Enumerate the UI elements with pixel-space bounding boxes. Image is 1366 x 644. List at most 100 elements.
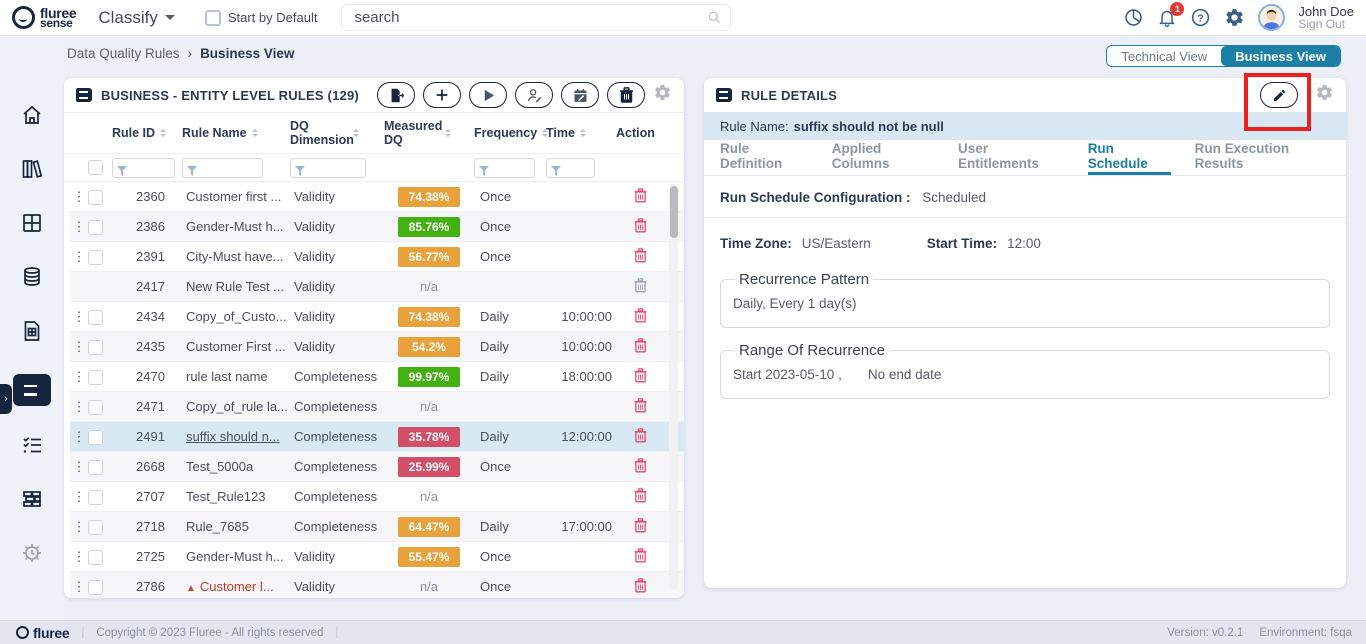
row-checkbox[interactable] xyxy=(88,400,103,415)
delete-row-icon[interactable] xyxy=(634,338,647,353)
select-all-checkbox[interactable] xyxy=(88,160,103,175)
delete-row-icon[interactable] xyxy=(634,248,647,263)
rule-name-link[interactable]: Gender-Must h... xyxy=(182,219,290,234)
row-checkbox[interactable] xyxy=(88,580,103,595)
column-header-frequency[interactable]: Frequency xyxy=(474,126,546,140)
row-menu-icon[interactable]: ⋮ xyxy=(70,249,88,265)
row-checkbox[interactable] xyxy=(88,550,103,565)
row-checkbox[interactable] xyxy=(88,520,103,535)
sidebar-item-scheduler-settings[interactable] xyxy=(14,542,50,568)
table-row[interactable]: ⋮2435Customer First ...Validity54.2%Dail… xyxy=(70,332,684,362)
help-icon[interactable]: ? xyxy=(1190,7,1211,28)
delete-row-icon[interactable] xyxy=(634,548,647,563)
rule-name-link[interactable]: ▲Customer l... xyxy=(182,579,290,594)
analytics-icon[interactable] xyxy=(1123,7,1144,28)
add-rule-button[interactable] xyxy=(423,82,461,108)
column-header-measured-dq[interactable]: Measured DQ xyxy=(384,119,474,147)
delete-row-icon[interactable] xyxy=(634,398,647,413)
sidebar-item-database[interactable] xyxy=(14,266,50,292)
row-checkbox[interactable] xyxy=(88,220,103,235)
rule-name-link[interactable]: Customer First ... xyxy=(182,339,290,354)
delete-row-icon[interactable] xyxy=(634,278,647,293)
row-checkbox[interactable] xyxy=(88,430,103,445)
row-checkbox[interactable] xyxy=(88,310,103,325)
row-checkbox[interactable] xyxy=(88,250,103,265)
rule-name-link[interactable]: Copy_of_rule la... xyxy=(182,399,290,414)
sidebar-item-checklist[interactable] xyxy=(14,434,50,460)
business-view-button[interactable]: Business View xyxy=(1221,46,1340,66)
rule-name-link[interactable]: Test_5000a xyxy=(182,459,290,474)
delete-row-icon[interactable] xyxy=(634,368,647,383)
sidebar-item-stack[interactable] xyxy=(14,488,50,514)
row-menu-icon[interactable]: ⋮ xyxy=(70,189,88,205)
table-row[interactable]: ⋮2668Test_5000aCompleteness25.99%Once xyxy=(70,452,684,482)
row-menu-icon[interactable]: ⋮ xyxy=(70,519,88,535)
details-settings-gear-icon[interactable] xyxy=(1315,83,1334,107)
row-checkbox[interactable] xyxy=(88,490,103,505)
scrollbar-thumb[interactable] xyxy=(670,186,678,238)
rule-name-link[interactable]: Rule_7685 xyxy=(182,519,290,534)
delete-row-icon[interactable] xyxy=(634,518,647,533)
table-row[interactable]: 2417New Rule Test ...Validityn/a xyxy=(70,272,684,302)
run-button[interactable] xyxy=(469,82,507,108)
sign-out-link[interactable]: Sign Out xyxy=(1298,18,1354,30)
search-input[interactable] xyxy=(341,4,731,31)
row-menu-icon[interactable]: ⋮ xyxy=(70,369,88,385)
table-row[interactable]: ⋮2391City-Must have...Validity56.77%Once xyxy=(70,242,684,272)
assign-user-button[interactable] xyxy=(515,82,553,108)
classify-menu[interactable]: Classify xyxy=(98,8,175,28)
sidebar-item-grid[interactable] xyxy=(14,212,50,238)
user-avatar[interactable] xyxy=(1258,4,1285,31)
rule-name-link[interactable]: Copy_of_Custo... xyxy=(182,309,290,324)
row-menu-icon[interactable]: ⋮ xyxy=(70,459,88,475)
tab-run-schedule[interactable]: Run Schedule xyxy=(1088,140,1171,175)
table-row[interactable]: ⋮2386Gender-Must h...Validity85.76%Once xyxy=(70,212,684,242)
tab-applied-columns[interactable]: Applied Columns xyxy=(832,140,934,175)
sidebar-item-report[interactable] xyxy=(14,320,50,346)
delete-row-icon[interactable] xyxy=(634,428,647,443)
sidebar-item-home[interactable] xyxy=(14,104,50,130)
rule-name-link[interactable]: Customer first ... xyxy=(182,189,290,204)
tab-rule-definition[interactable]: Rule Definition xyxy=(720,140,808,175)
row-menu-icon[interactable]: ⋮ xyxy=(70,579,88,595)
sidebar-expand-tab[interactable]: › xyxy=(0,384,12,414)
sidebar-item-library[interactable] xyxy=(14,158,50,184)
rule-name-link[interactable]: suffix should n... xyxy=(182,429,290,444)
settings-gear-icon[interactable] xyxy=(1224,7,1245,28)
row-checkbox[interactable] xyxy=(88,340,103,355)
rule-name-link[interactable]: New Rule Test ... xyxy=(182,279,290,294)
row-menu-icon[interactable]: ⋮ xyxy=(70,399,88,415)
delete-row-icon[interactable] xyxy=(634,578,647,593)
breadcrumb-parent[interactable]: Data Quality Rules xyxy=(67,46,180,61)
fluree-sense-logo[interactable]: fluree sense xyxy=(12,6,76,29)
row-menu-icon[interactable]: ⋮ xyxy=(70,219,88,235)
row-menu-icon[interactable]: ⋮ xyxy=(70,429,88,445)
export-button[interactable] xyxy=(377,82,415,108)
rule-name-link[interactable]: Test_Rule123 xyxy=(182,489,290,504)
start-by-default-checkbox[interactable] xyxy=(205,10,221,26)
table-row[interactable]: ⋮2471Copy_of_rule la...Completenessn/a xyxy=(70,392,684,422)
row-menu-icon[interactable]: ⋮ xyxy=(70,339,88,355)
row-checkbox[interactable] xyxy=(88,190,103,205)
table-row[interactable]: ⋮2470rule last nameCompleteness99.97%Dai… xyxy=(70,362,684,392)
rule-name-link[interactable]: Gender-Must h... xyxy=(182,549,290,564)
column-header-dq-dimension[interactable]: DQ Dimension xyxy=(290,119,384,147)
column-header-rule-name[interactable]: Rule Name xyxy=(182,126,290,140)
rule-name-link[interactable]: City-Must have... xyxy=(182,249,290,264)
table-row[interactable]: ⋮2434Copy_of_Custo...Validity74.38%Daily… xyxy=(70,302,684,332)
delete-row-icon[interactable] xyxy=(634,188,647,203)
row-menu-icon[interactable]: ⋮ xyxy=(70,489,88,505)
row-menu-icon[interactable]: ⋮ xyxy=(70,549,88,565)
column-header-time[interactable]: Time xyxy=(546,126,616,140)
delete-row-icon[interactable] xyxy=(634,308,647,323)
delete-row-icon[interactable] xyxy=(634,218,647,233)
schedule-button[interactable] xyxy=(561,82,599,108)
delete-row-icon[interactable] xyxy=(634,458,647,473)
rule-name-link[interactable]: rule last name xyxy=(182,369,290,384)
table-row[interactable]: ⋮2718Rule_7685Completeness64.47%Daily17:… xyxy=(70,512,684,542)
sidebar-item-business-rules[interactable] xyxy=(13,374,51,406)
table-row[interactable]: ⋮2491suffix should n...Completeness35.78… xyxy=(70,422,684,452)
row-menu-icon[interactable]: ⋮ xyxy=(70,309,88,325)
delete-button[interactable] xyxy=(607,82,645,108)
table-row[interactable]: ⋮2360Customer first ...Validity74.38%Onc… xyxy=(70,182,684,212)
